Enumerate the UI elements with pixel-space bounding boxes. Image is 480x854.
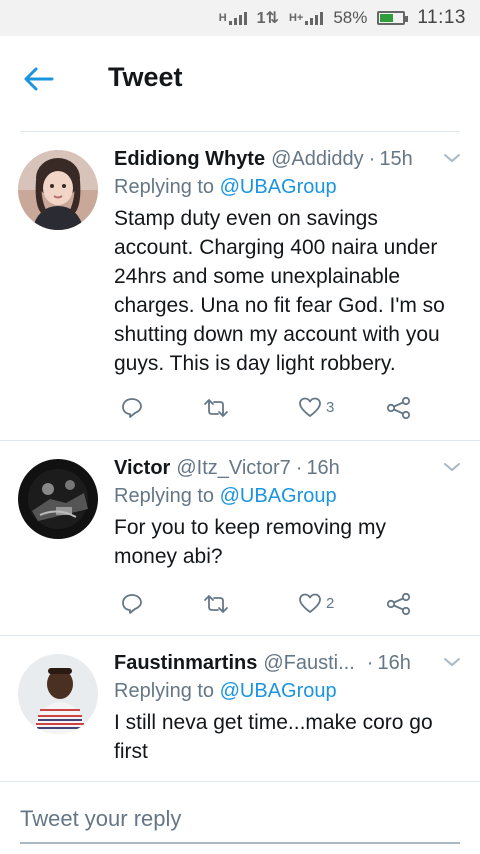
tweet-text: I still neva get time...make coro go fir… [114,711,433,763]
reply-input-underline [20,842,460,844]
chevron-down-icon[interactable] [442,150,462,166]
reply-icon [122,398,142,418]
share-button[interactable] [386,592,412,616]
back-arrow-icon [24,67,54,91]
signal-strength-2: H+ [288,11,324,25]
author-handle[interactable]: @Addiddy [271,146,364,172]
like-icon [299,397,321,417]
replying-to: Replying to @UBAGroup [114,481,462,511]
avatar-image [18,150,98,230]
like-button[interactable]: 2 [298,592,334,614]
reply-button[interactable] [120,396,144,420]
avatar-image [18,459,98,539]
retweet-icon [204,399,228,417]
replying-to: Replying to @UBAGroup [114,172,462,202]
network-type-label: H [218,12,227,24]
tweet-reply-3[interactable]: Faustinmartins @Fausti... · 16h Replying… [0,636,480,782]
back-button[interactable] [22,64,58,94]
mention-link[interactable]: @UBAGroup [220,485,337,507]
chevron-down-icon[interactable] [442,459,462,475]
reply-icon [122,594,142,614]
tweet-actions: 2 [114,592,414,620]
retweet-icon [204,595,228,613]
avatar[interactable] [18,459,98,539]
clock: 11:13 [417,7,466,28]
tweet-text: For you to keep removing my money abi? [114,516,386,568]
like-icon [299,593,321,613]
data-transfer-icon: 1⇅ [257,8,279,28]
tweet-time: 15h [379,148,413,170]
battery-fill [380,14,394,22]
author-handle[interactable]: @Fausti... [263,650,354,676]
like-button[interactable]: 3 [298,396,334,418]
mention-link[interactable]: @UBAGroup [220,680,337,702]
retweet-button[interactable] [203,396,229,420]
signal-bars-icon [228,11,247,25]
network-type-label-2: H+ [288,12,304,24]
retweet-button[interactable] [203,592,229,616]
replying-to: Replying to @UBAGroup [114,676,462,706]
app-header: Tweet [0,36,480,122]
chevron-down-icon[interactable] [442,654,462,670]
author-handle[interactable]: @Itz_Victor7 [176,455,290,481]
separator-dot: · [368,148,376,170]
avatar[interactable] [18,654,98,734]
replying-to-prefix: Replying to [114,485,215,507]
data-transfer-label: 1⇅ [256,10,279,27]
share-icon [386,396,411,420]
reply-button[interactable] [120,592,144,616]
avatar[interactable] [18,150,98,230]
mention-link[interactable]: @UBAGroup [220,176,337,198]
tweet-time: 16h [377,652,411,674]
battery-percent: 58% [333,8,368,27]
battery-icon [377,11,409,25]
signal-strength-1: H [219,11,247,25]
replying-to-prefix: Replying to [114,680,215,702]
tweet-time: 16h [306,457,340,479]
separator-dot: · [366,652,374,674]
tweet-reply-1[interactable]: Edidiong Whyte @Addiddy · 15h Replying t… [0,132,480,441]
tweet-text: Stamp duty even on savings account. Char… [114,207,445,375]
tweet-actions: 3 [114,396,414,424]
author-name[interactable]: Edidiong Whyte [114,146,265,172]
author-name[interactable]: Victor [114,455,170,481]
page-title: Tweet [108,62,183,92]
reply-input[interactable]: Tweet your reply [20,806,181,832]
separator-dot: · [295,457,303,479]
share-icon [386,592,411,616]
avatar-image [18,654,98,734]
share-button[interactable] [386,396,412,420]
author-name[interactable]: Faustinmartins [114,650,257,676]
status-bar: H 1⇅ H+ 58% 11:13 [0,0,480,36]
tweet-reply-2[interactable]: Victor @Itz_Victor7 · 16h Replying to @U… [0,441,480,636]
replying-to-prefix: Replying to [114,176,215,198]
like-count: 3 [326,398,335,416]
signal-bars-icon-2 [305,11,324,25]
like-count: 2 [326,594,335,612]
